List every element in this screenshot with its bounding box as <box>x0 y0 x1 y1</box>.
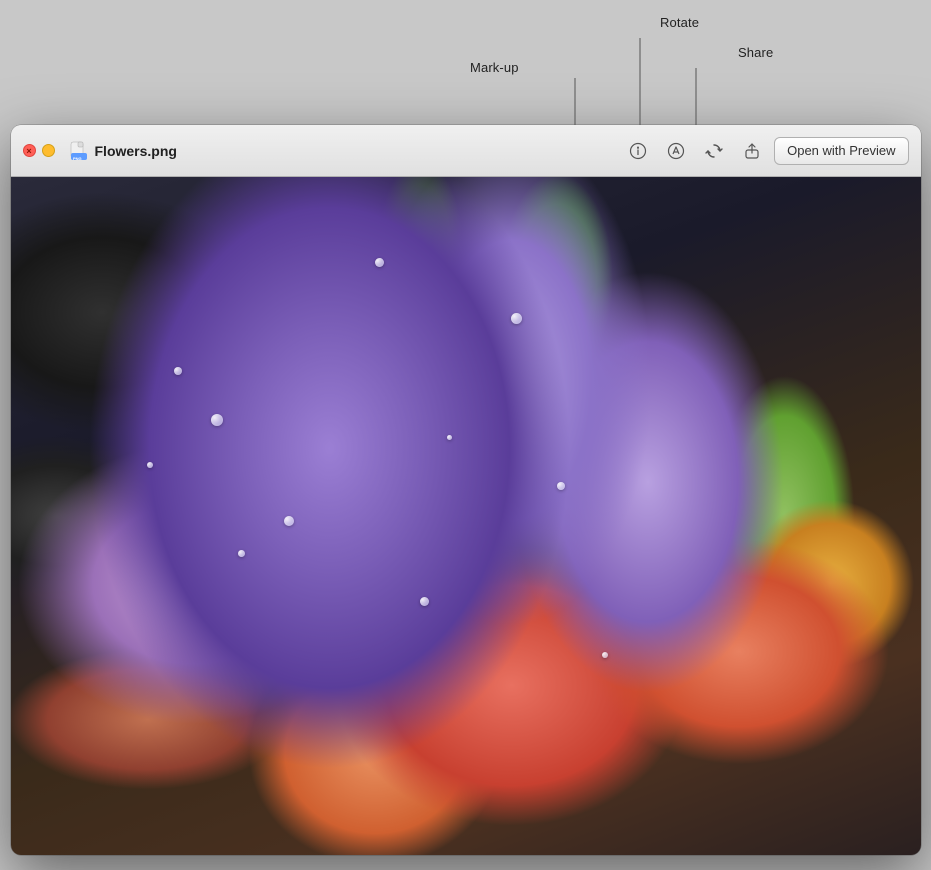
droplet <box>420 597 429 606</box>
rotate-tooltip-label: Rotate <box>660 15 699 30</box>
droplet <box>602 652 608 658</box>
droplet <box>174 367 182 375</box>
close-icon: × <box>26 146 31 156</box>
droplet <box>511 313 522 324</box>
titlebar: × PNG Flowers.png i <box>11 125 921 177</box>
info-icon: i <box>629 142 647 160</box>
markup-icon <box>667 142 685 160</box>
rotate-button[interactable] <box>698 137 730 165</box>
tooltip-area: Rotate Mark-up Share <box>0 10 931 125</box>
minimize-button[interactable] <box>42 144 55 157</box>
file-icon: PNG <box>69 141 89 161</box>
share-tooltip-label: Share <box>738 45 773 60</box>
markup-tooltip-label: Mark-up <box>470 60 519 75</box>
file-title-area: PNG Flowers.png <box>69 141 615 161</box>
info-button[interactable]: i <box>622 137 654 165</box>
traffic-lights: × <box>23 144 55 157</box>
image-container <box>11 177 921 855</box>
share-button[interactable] <box>736 137 768 165</box>
quick-look-window: × PNG Flowers.png i <box>11 125 921 855</box>
markup-button[interactable] <box>660 137 692 165</box>
toolbar-right: i <box>622 137 908 165</box>
droplet <box>375 258 384 267</box>
droplet <box>211 414 223 426</box>
rotate-icon <box>705 142 723 160</box>
open-with-preview-button[interactable]: Open with Preview <box>774 137 908 165</box>
droplet <box>284 516 294 526</box>
droplet <box>447 435 452 440</box>
filename-label: Flowers.png <box>95 143 177 159</box>
droplet <box>147 462 153 468</box>
tooltip-connectors <box>0 10 931 125</box>
svg-text:PNG: PNG <box>73 156 82 161</box>
droplet <box>557 482 565 490</box>
share-icon <box>743 142 761 160</box>
droplet <box>238 550 245 557</box>
close-button[interactable]: × <box>23 144 36 157</box>
flowers-image <box>11 177 921 855</box>
